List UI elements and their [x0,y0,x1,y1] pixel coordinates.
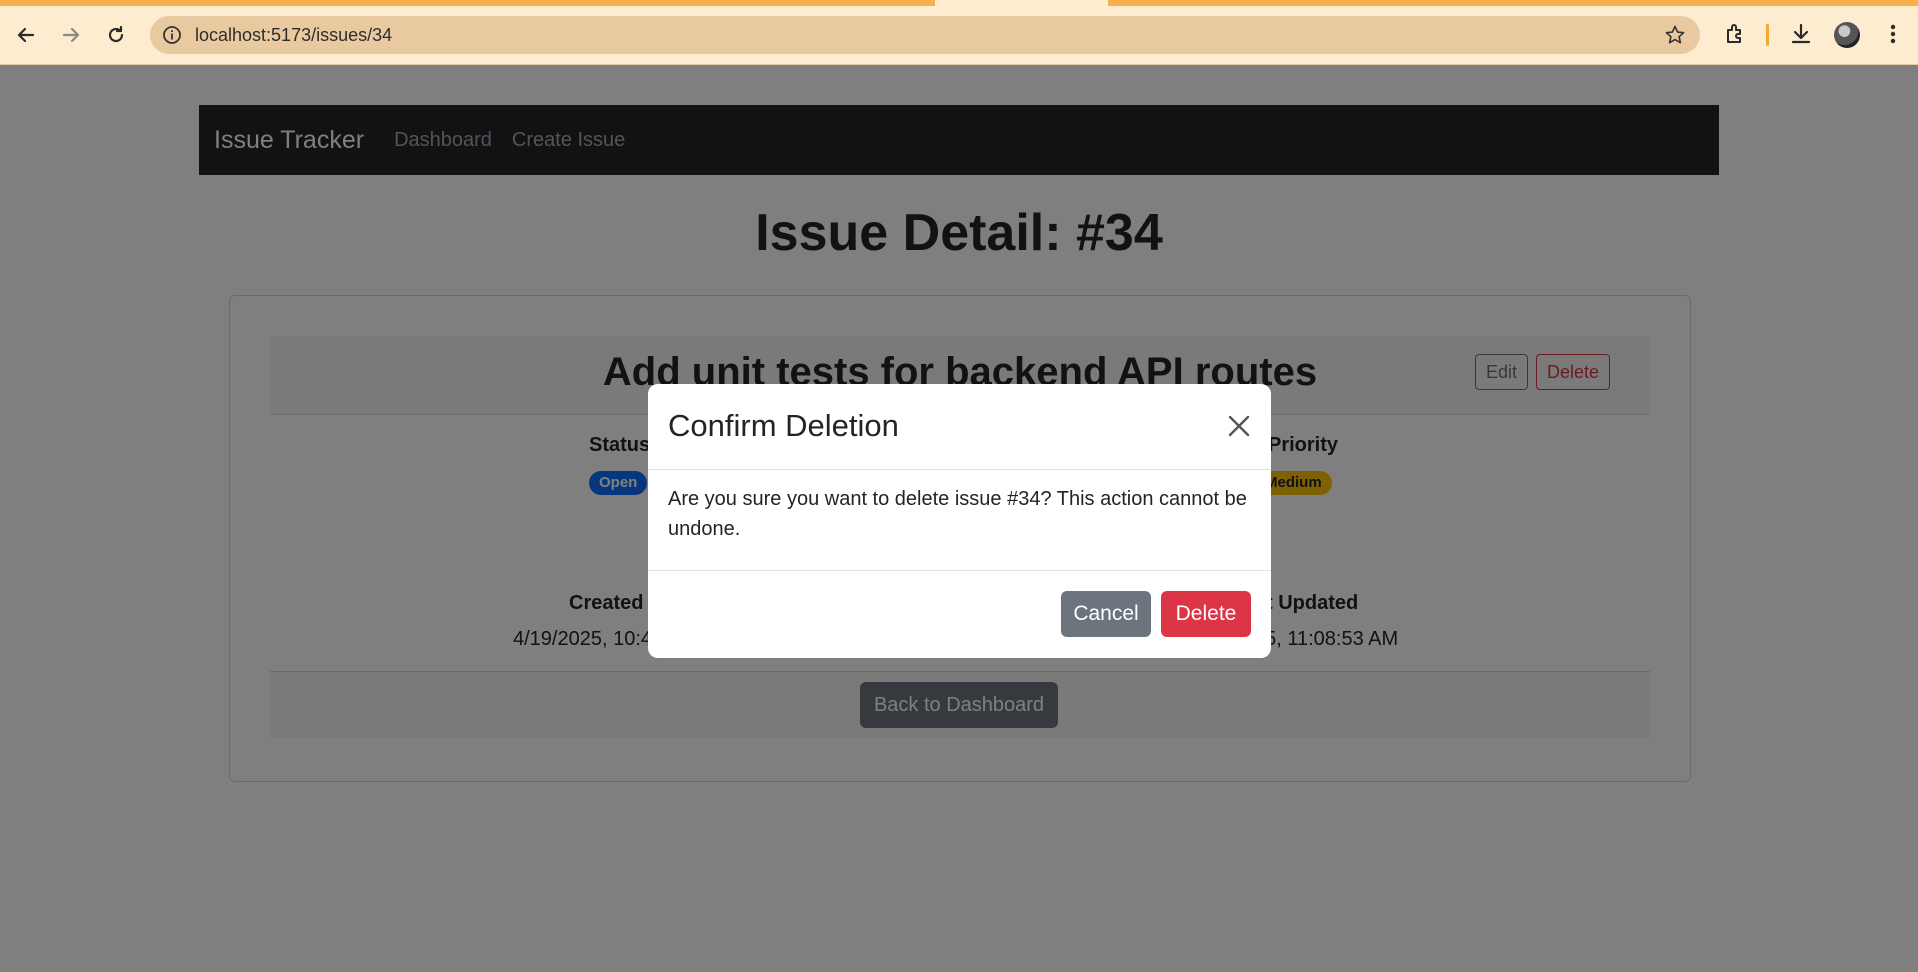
confirm-delete-button[interactable]: Delete [1161,591,1251,637]
modal-header: Confirm Deletion [648,384,1271,470]
modal-title: Confirm Deletion [668,408,899,443]
reload-icon[interactable] [99,18,133,52]
bookmark-star-icon[interactable] [1664,24,1686,46]
modal-body-text: Are you sure you want to delete issue #3… [668,488,1247,540]
profile-avatar[interactable] [1834,22,1860,48]
extensions-icon[interactable] [1722,20,1750,48]
back-arrow-icon[interactable] [9,18,43,52]
kebab-menu-icon[interactable] [1879,20,1907,48]
cancel-button[interactable]: Cancel [1061,591,1151,637]
toolbar-separator [1766,24,1769,46]
confirm-delete-modal: Confirm Deletion Are you sure you want t… [648,384,1271,658]
browser-toolbar: localhost:5173/issues/34 [0,0,1918,65]
site-info-icon[interactable] [162,25,182,45]
forward-arrow-icon[interactable] [54,18,88,52]
url-text[interactable]: localhost:5173/issues/34 [195,16,392,54]
address-bar[interactable]: localhost:5173/issues/34 [150,16,1700,54]
close-icon[interactable] [1225,412,1253,440]
modal-footer: Cancel Delete [648,570,1271,658]
active-tab[interactable] [935,0,1108,6]
download-icon[interactable] [1787,20,1815,48]
